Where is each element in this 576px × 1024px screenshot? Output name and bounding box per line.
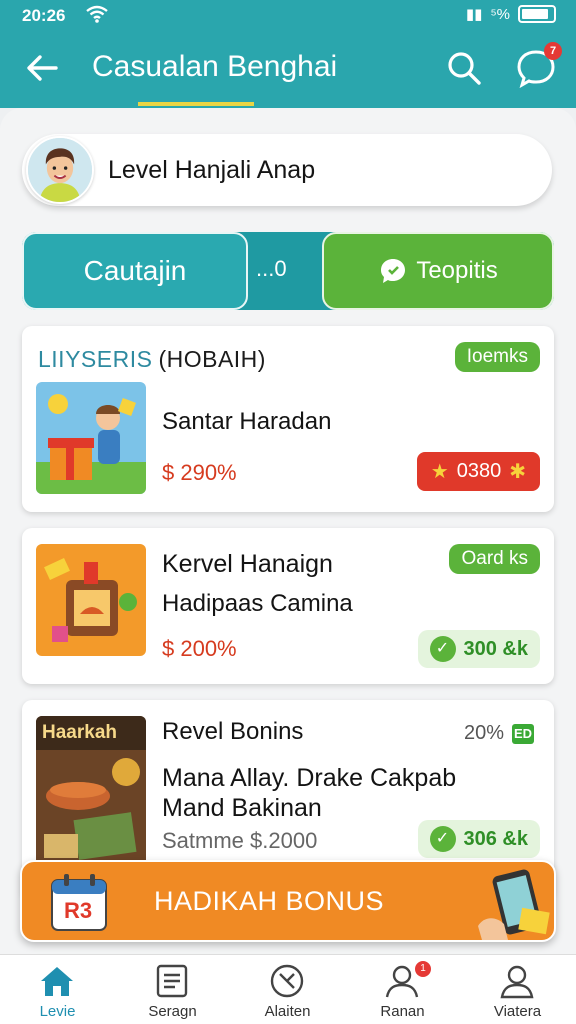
compass-icon — [270, 964, 304, 998]
card-subtitle: Hadipaas Camina — [162, 590, 353, 617]
check-icon: ✓ — [429, 826, 456, 852]
nav-label: Levie — [39, 1003, 76, 1020]
gift-box-icon — [36, 382, 146, 494]
bottom-nav: Levie Seragn Alaiten 1 Ranan Viatera — [0, 954, 576, 1024]
check-icon: ✓ — [429, 636, 456, 662]
sparkle-icon: ✱ — [509, 461, 526, 483]
notification-badge: 7 — [544, 42, 562, 60]
card-tag[interactable]: Ioemks — [454, 342, 540, 372]
status-right-text: ⁵% — [490, 5, 510, 23]
status-bar: 20:26 ▮▮ ⁵% — [0, 0, 576, 30]
status-time: 20:26 — [22, 6, 66, 25]
nav-item-home[interactable]: Levie — [0, 955, 115, 1024]
nav-label: Viatera — [493, 1003, 542, 1020]
signal-icon: ▮▮ — [465, 6, 483, 23]
nav-item-list[interactable]: Seragn — [115, 955, 230, 1024]
battery-icon — [518, 5, 556, 23]
card-subtitle-2: Mand Bakinan — [162, 794, 322, 822]
app-title: Casualan Benghai — [92, 50, 338, 83]
back-arrow-icon[interactable] — [24, 50, 60, 86]
tab-middle[interactable]: ...0 — [256, 256, 287, 282]
card-heading-text: LIIYSERIS — [38, 346, 153, 372]
calendar-text: R3 — [64, 898, 93, 923]
account-icon — [500, 965, 534, 999]
chat-button[interactable]: 7 — [514, 42, 562, 89]
chat-bubble-icon — [381, 259, 406, 283]
star-icon: ★ — [430, 461, 449, 483]
card-price: $ 200% — [162, 636, 237, 661]
gift-thumbnail — [36, 382, 146, 494]
profile-name: Level Hanjali Anap — [108, 156, 316, 184]
nav-item-account[interactable]: Viatera — [460, 955, 575, 1024]
nav-item-person[interactable]: 1 Ranan — [345, 955, 460, 1024]
offer-card[interactable]: Kervel Hanaign Hadipaas Camina $ 200% Oa… — [22, 528, 554, 684]
tab-right[interactable]: Teopitis — [322, 232, 554, 310]
nav-item-compass[interactable]: Alaiten — [230, 955, 345, 1024]
tab-right-label: Teopitis — [416, 257, 498, 284]
title-underline — [138, 102, 254, 106]
bag-icon — [36, 544, 146, 656]
phone-icon — [478, 869, 550, 940]
card-title: Revel Bonins — [162, 718, 304, 745]
wifi-icon — [86, 5, 108, 23]
card-heading: LIIYSERIS (HOBAIH) — [38, 346, 266, 373]
card-title: Kervel Hanaign — [162, 550, 333, 578]
thumbnail-label: Haarkah — [42, 722, 117, 743]
claim-button[interactable]: ★ 0380 ✱ — [416, 452, 540, 491]
boy-avatar-icon — [28, 138, 92, 202]
nav-label: Seragn — [148, 1003, 197, 1020]
avatar — [26, 136, 94, 204]
box-icon: ED — [512, 723, 534, 744]
card-percent-value: 20% — [463, 722, 504, 744]
profile-card[interactable]: Level Hanjali Anap — [22, 134, 552, 206]
item-thumbnail — [36, 544, 146, 656]
notification-badge: 1 — [415, 961, 431, 977]
claim-button-label: 300 &k — [463, 637, 529, 660]
list-icon — [156, 964, 188, 998]
status-indicators: ▮▮ ⁵% — [466, 5, 556, 23]
card-subtitle: Mana Allay. Drake Cakpab — [162, 764, 457, 792]
claim-button-label: 0380 — [456, 460, 502, 482]
card-price: Satmme $.2000 — [162, 828, 318, 853]
card-tag[interactable]: Oard ks — [449, 544, 540, 574]
card-title: Santar Haradan — [162, 408, 332, 435]
claim-button[interactable]: ✓ 300 &k — [417, 630, 540, 668]
home-icon — [41, 967, 73, 996]
nav-label: Alaiten — [264, 1003, 311, 1020]
offer-card[interactable]: LIIYSERIS (HOBAIH) Ioemks Santar Haradan … — [22, 326, 554, 512]
segment-bar: Cautajin ...0 Teopitis — [22, 232, 554, 310]
bonus-banner[interactable]: R3 HADIKAH BONUS — [20, 860, 556, 942]
tab-left[interactable]: Cautajin — [22, 232, 248, 310]
banner-label: HADIKAH BONUS — [154, 886, 385, 916]
nav-label: Ranan — [380, 1003, 425, 1020]
card-heading-paren: (HOBAIH) — [158, 346, 266, 372]
app-bar: Casualan Benghai 7 — [0, 30, 576, 108]
card-percent: 20% ED — [464, 722, 534, 745]
food-thumbnail: Haarkah — [36, 716, 146, 866]
claim-button[interactable]: ✓ 306 &k — [417, 820, 540, 858]
card-price: $ 290% — [162, 460, 237, 485]
search-icon[interactable] — [444, 48, 484, 88]
claim-button-label: 306 &k — [463, 827, 529, 850]
